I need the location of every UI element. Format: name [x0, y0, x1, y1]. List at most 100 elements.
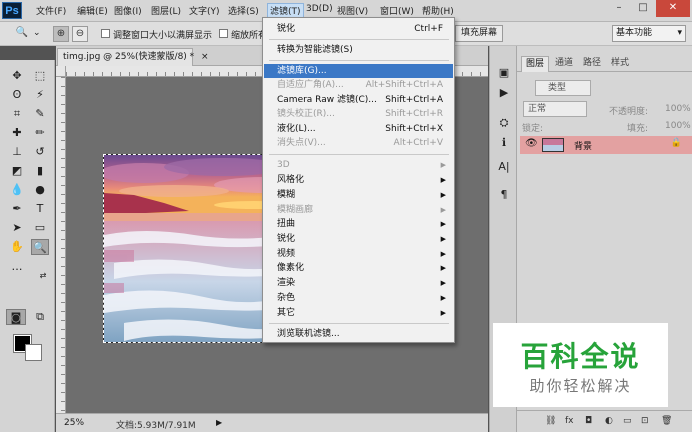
fill-screen-button[interactable]: 填充屏幕 [455, 25, 504, 42]
path-selection-tool-icon[interactable]: ➤ [8, 220, 26, 236]
zoom-in-icon[interactable]: ⊕ [53, 26, 69, 42]
menu-item-label: 浏览联机滤镜... [277, 329, 340, 339]
filter-menu-item[interactable]: 消失点(V)... Alt+Ctrl+V [264, 136, 453, 150]
menu-0[interactable]: 文件(F) [36, 4, 66, 17]
filter-menu-item[interactable]: 杂色 ▶ [264, 291, 453, 305]
new-group-icon[interactable]: ▭ [623, 416, 632, 426]
menu-7[interactable]: 3D(D) [306, 4, 333, 14]
add-mask-icon[interactable]: ◘ [585, 416, 592, 426]
crop-tool-icon[interactable]: ⌗ [8, 106, 26, 122]
paragraph-panel-icon[interactable]: ¶ [495, 186, 513, 204]
zoom-all-checkbox[interactable] [219, 29, 228, 38]
zoom-level[interactable]: 25% [64, 418, 84, 428]
history-panel-icon[interactable]: ▣ [495, 64, 513, 82]
menu-10[interactable]: 帮助(H) [422, 4, 454, 17]
eyedropper-tool-icon[interactable]: ✎ [31, 106, 49, 122]
zoom-tool-icon[interactable]: 🔍 [31, 239, 49, 255]
marquee-tool-icon[interactable]: ⬚ [31, 68, 49, 84]
menu-item-label: 像素化 [277, 263, 305, 273]
close-tab-icon[interactable]: × [201, 52, 209, 62]
filter-menu-item[interactable]: 自适应广角(A)... Alt+Shift+Ctrl+A [264, 78, 453, 92]
tab-channels[interactable]: 通道 [551, 56, 577, 72]
healing-brush-tool-icon[interactable]: ✚ [8, 125, 26, 141]
filter-menu-item[interactable]: Camera Raw 滤镜(C)... Shift+Ctrl+A [264, 93, 453, 107]
actions-panel-icon[interactable]: ▶ [495, 84, 513, 102]
menu-item-label: 视频 [277, 249, 296, 259]
magic-wand-tool-icon[interactable]: ⚡ [31, 87, 49, 103]
properties-panel-icon[interactable]: ⛭ [495, 114, 513, 132]
menu-5[interactable]: 选择(S) [228, 4, 259, 17]
minimize-button[interactable]: – [608, 0, 630, 17]
menu-9[interactable]: 窗口(W) [380, 4, 414, 17]
filter-menu-item[interactable]: 液化(L)... Shift+Ctrl+X [264, 122, 453, 136]
menu-8[interactable]: 视图(V) [337, 4, 368, 17]
eye-icon[interactable]: 👁 [525, 138, 538, 149]
new-layer-icon[interactable]: ⊡ [641, 416, 649, 426]
type-tool-icon[interactable]: T [31, 201, 49, 217]
clone-stamp-tool-icon[interactable]: ⊥ [8, 144, 26, 160]
more-tools-icon[interactable]: … [8, 259, 26, 275]
menu-3[interactable]: 图层(L) [151, 4, 181, 17]
tool-preset-arrow-icon[interactable]: ⌄ [33, 28, 41, 38]
filter-menu-item[interactable]: 渲染 ▶ [264, 276, 453, 290]
filter-menu-item[interactable]: 转换为智能滤镜(S) [264, 43, 453, 57]
filter-menu-item[interactable]: 锐化 ▶ [264, 232, 453, 246]
menu-2[interactable]: 图像(I) [114, 4, 142, 17]
resize-windows-checkbox[interactable] [101, 29, 110, 38]
filter-menu-item[interactable]: 锐化 Ctrl+F [264, 22, 453, 36]
blur-tool-icon[interactable]: 💧 [8, 182, 26, 198]
tab-styles[interactable]: 样式 [607, 56, 633, 72]
filter-menu-item[interactable]: 模糊 ▶ [264, 188, 453, 202]
filter-menu-item[interactable]: 风格化 ▶ [264, 173, 453, 187]
menu-item-label: 其它 [277, 308, 296, 318]
filter-menu-item[interactable]: 滤镜库(G)... [264, 64, 453, 78]
shape-tool-icon[interactable]: ▭ [31, 220, 49, 236]
dodge-tool-icon[interactable]: ● [31, 182, 49, 198]
eraser-tool-icon[interactable]: ◩ [8, 163, 26, 179]
filter-menu-item[interactable]: 视频 ▶ [264, 247, 453, 261]
delete-layer-icon[interactable]: 🗑 [661, 416, 672, 426]
history-brush-tool-icon[interactable]: ↺ [31, 144, 49, 160]
character-panel-icon[interactable]: A| [495, 158, 513, 176]
layer-row[interactable]: 👁 背景 🔒 [520, 136, 692, 154]
quick-mask-icon[interactable]: ◙ [6, 309, 26, 325]
workspace-select[interactable]: 基本功能 ▾ [612, 25, 686, 42]
menu-4[interactable]: 文字(Y) [189, 4, 220, 17]
filter-menu-item[interactable]: 镜头校正(R)... Shift+Ctrl+R [264, 107, 453, 121]
menu-6[interactable]: 滤镜(T) [267, 3, 304, 18]
link-layers-icon[interactable]: ⛓ [545, 416, 556, 426]
menu-1[interactable]: 编辑(E) [77, 4, 108, 17]
filter-menu-item[interactable]: 模糊画廊 ▶ [264, 203, 453, 217]
filter-menu-item[interactable]: 其它 ▶ [264, 306, 453, 320]
move-tool-icon[interactable]: ✥ [8, 68, 26, 84]
document-tab[interactable]: timg.jpg @ 25%(快速蒙版/8) * × [57, 48, 209, 66]
pen-tool-icon[interactable]: ✒ [8, 201, 26, 217]
gradient-tool-icon[interactable]: ▮ [31, 163, 49, 179]
blend-mode-select[interactable]: 正常 [523, 101, 587, 117]
zoom-out-icon[interactable]: ⊖ [72, 26, 88, 42]
status-menu-arrow-icon[interactable]: ▶ [216, 418, 222, 427]
background-color-swatch[interactable] [25, 344, 42, 361]
swap-colors-icon[interactable]: ⇄ [34, 268, 52, 284]
brush-tool-icon[interactable]: ✏ [31, 125, 49, 141]
tab-paths[interactable]: 路径 [579, 56, 605, 72]
maximize-button[interactable]: □ [632, 0, 654, 17]
fill-value[interactable]: 100% [665, 121, 691, 131]
layer-style-icon[interactable]: fx [565, 416, 574, 426]
filter-menu-item[interactable]: 3D ▶ [264, 158, 453, 172]
adjustment-layer-icon[interactable]: ◐ [605, 416, 613, 426]
filter-menu-item[interactable]: 像素化 ▶ [264, 261, 453, 275]
screen-mode-icon[interactable]: ⧉ [31, 309, 49, 325]
zoom-tool-icon[interactable]: 🔍 [14, 26, 30, 42]
filter-menu-item[interactable]: 扭曲 ▶ [264, 217, 453, 231]
layer-filter-select[interactable]: 类型 [535, 80, 591, 96]
tab-layers[interactable]: 图层 [521, 56, 550, 72]
filter-menu-item[interactable]: 浏览联机滤镜... [264, 327, 453, 341]
close-button[interactable]: ✕ [656, 0, 690, 17]
info-panel-icon[interactable]: ℹ [495, 134, 513, 152]
lasso-tool-icon[interactable]: ʘ [8, 87, 26, 103]
menu-item-label: 扭曲 [277, 219, 296, 229]
hand-tool-icon[interactable]: ✋ [8, 239, 26, 255]
menu-item-shortcut: Ctrl+F [414, 24, 443, 34]
opacity-value[interactable]: 100% [665, 104, 691, 114]
